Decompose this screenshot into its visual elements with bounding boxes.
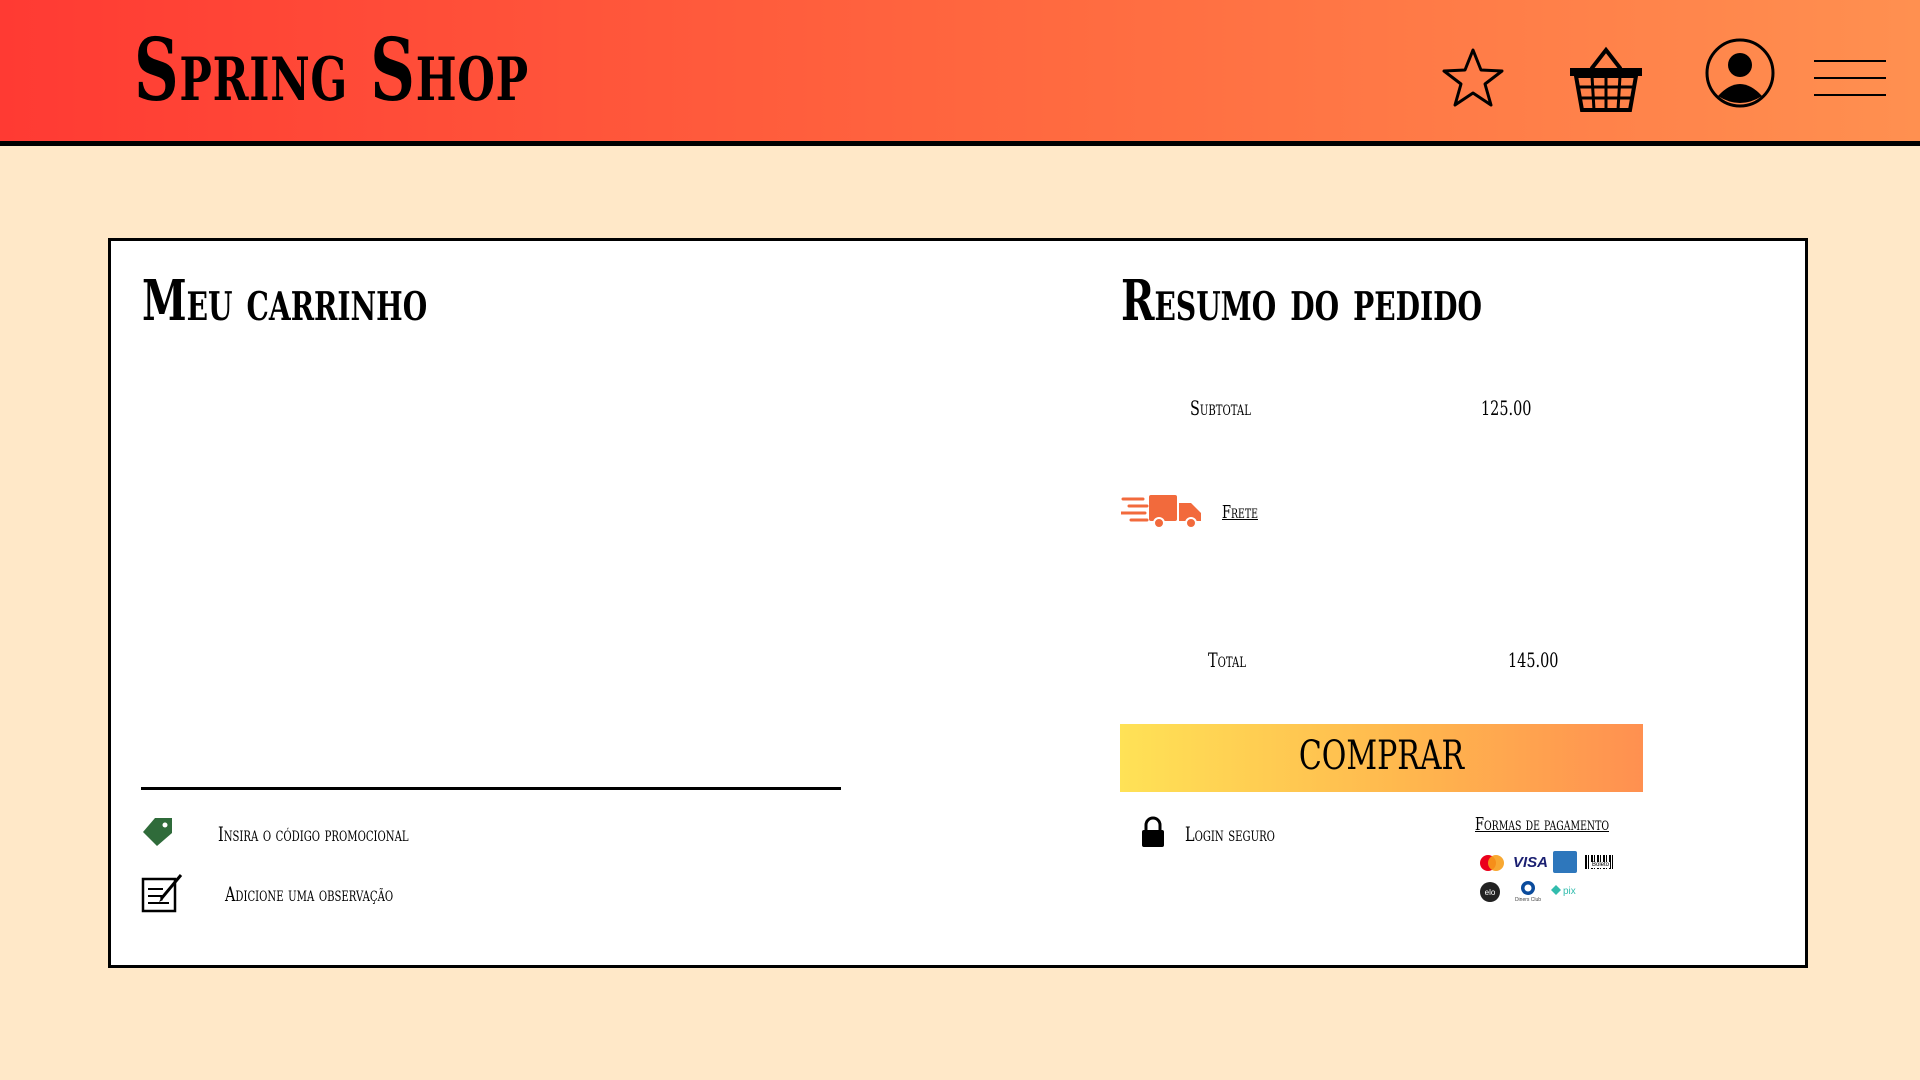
secure-login-label: Login seguro — [1185, 822, 1275, 846]
star-icon[interactable] — [1440, 46, 1506, 112]
boleto-icon: Boleto — [1585, 855, 1615, 869]
buy-button-label: COMPRAR — [1298, 733, 1465, 779]
cart-divider — [141, 787, 841, 790]
lock-icon — [1142, 816, 1164, 847]
summary-title: Resumo do pedido — [1121, 268, 1482, 334]
mastercard-icon — [1480, 855, 1504, 871]
payment-methods-link[interactable]: Formas de pagamento — [1475, 816, 1609, 834]
pix-icon: pix — [1551, 885, 1576, 897]
user-icon[interactable] — [1704, 36, 1776, 110]
svg-text:elo: elo — [1485, 888, 1496, 897]
brand-logo[interactable]: Spring Shop — [134, 28, 529, 114]
shipping-link[interactable]: Frete — [1222, 504, 1258, 522]
cart-title: Meu carrinho — [142, 268, 428, 334]
basket-icon[interactable] — [1568, 44, 1644, 114]
cart-card: Meu carrinho Insira o código promocional… — [108, 238, 1808, 968]
payment-logos: VISA Boleto elo Diners Club pix — [1475, 851, 1615, 911]
note-icon[interactable] — [141, 871, 185, 913]
top-bar: Spring Shop — [0, 0, 1920, 146]
diners-icon: Diners Club — [1515, 881, 1541, 903]
menu-icon[interactable] — [1814, 58, 1886, 98]
svg-text:Diners Club: Diners Club — [1515, 897, 1541, 903]
subtotal-value: 125.00 — [1481, 396, 1532, 420]
truck-icon — [1121, 495, 1201, 529]
total-label: Total — [1208, 648, 1247, 672]
add-note-link[interactable]: Adicione uma observação — [225, 884, 393, 904]
promo-code-link[interactable]: Insira o código promocional — [218, 824, 409, 844]
buy-button[interactable]: COMPRAR — [1120, 724, 1643, 792]
svg-text:pix: pix — [1563, 886, 1576, 897]
subtotal-label: Subtotal — [1190, 396, 1251, 420]
total-value: 145.00 — [1508, 648, 1559, 672]
amex-icon — [1553, 851, 1577, 873]
visa-icon: VISA — [1513, 854, 1549, 871]
tag-icon[interactable] — [141, 816, 175, 848]
elo-icon: elo — [1480, 882, 1500, 902]
